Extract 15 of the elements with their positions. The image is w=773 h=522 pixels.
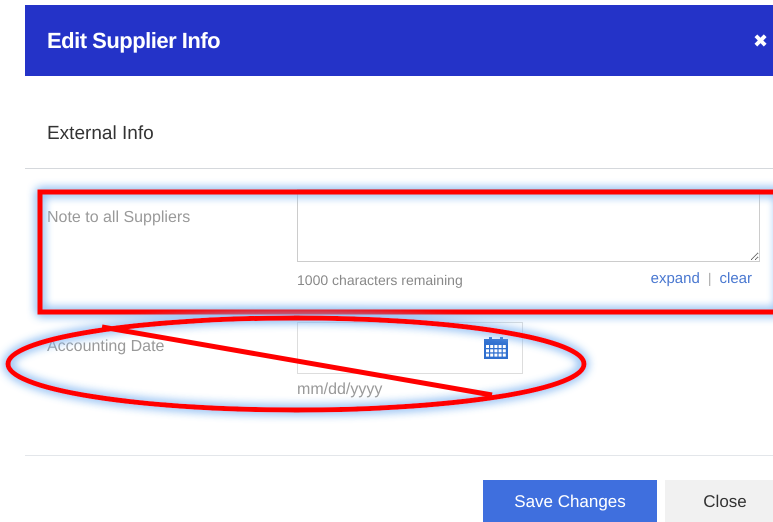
field-label: Note to all Suppliers [47, 209, 192, 227]
calendar-icon[interactable] [484, 337, 508, 359]
note-textarea[interactable] [297, 189, 760, 262]
expand-link[interactable]: expand [650, 270, 700, 286]
dialog-title: Edit Supplier Info [47, 28, 220, 54]
close-button[interactable]: ✖ [753, 30, 768, 52]
field-label: Accounting Date [47, 338, 166, 356]
save-button[interactable]: Save Changes [483, 480, 657, 522]
section-title: External Info [47, 123, 154, 144]
character-counter: 1000 characters remaining [297, 271, 463, 288]
link-separator: | [708, 270, 712, 286]
clear-link[interactable]: clear [719, 270, 752, 286]
date-field[interactable] [297, 322, 523, 374]
close-button[interactable]: Close [665, 480, 773, 522]
date-format-hint: mm/dd/yyyy [297, 380, 384, 399]
